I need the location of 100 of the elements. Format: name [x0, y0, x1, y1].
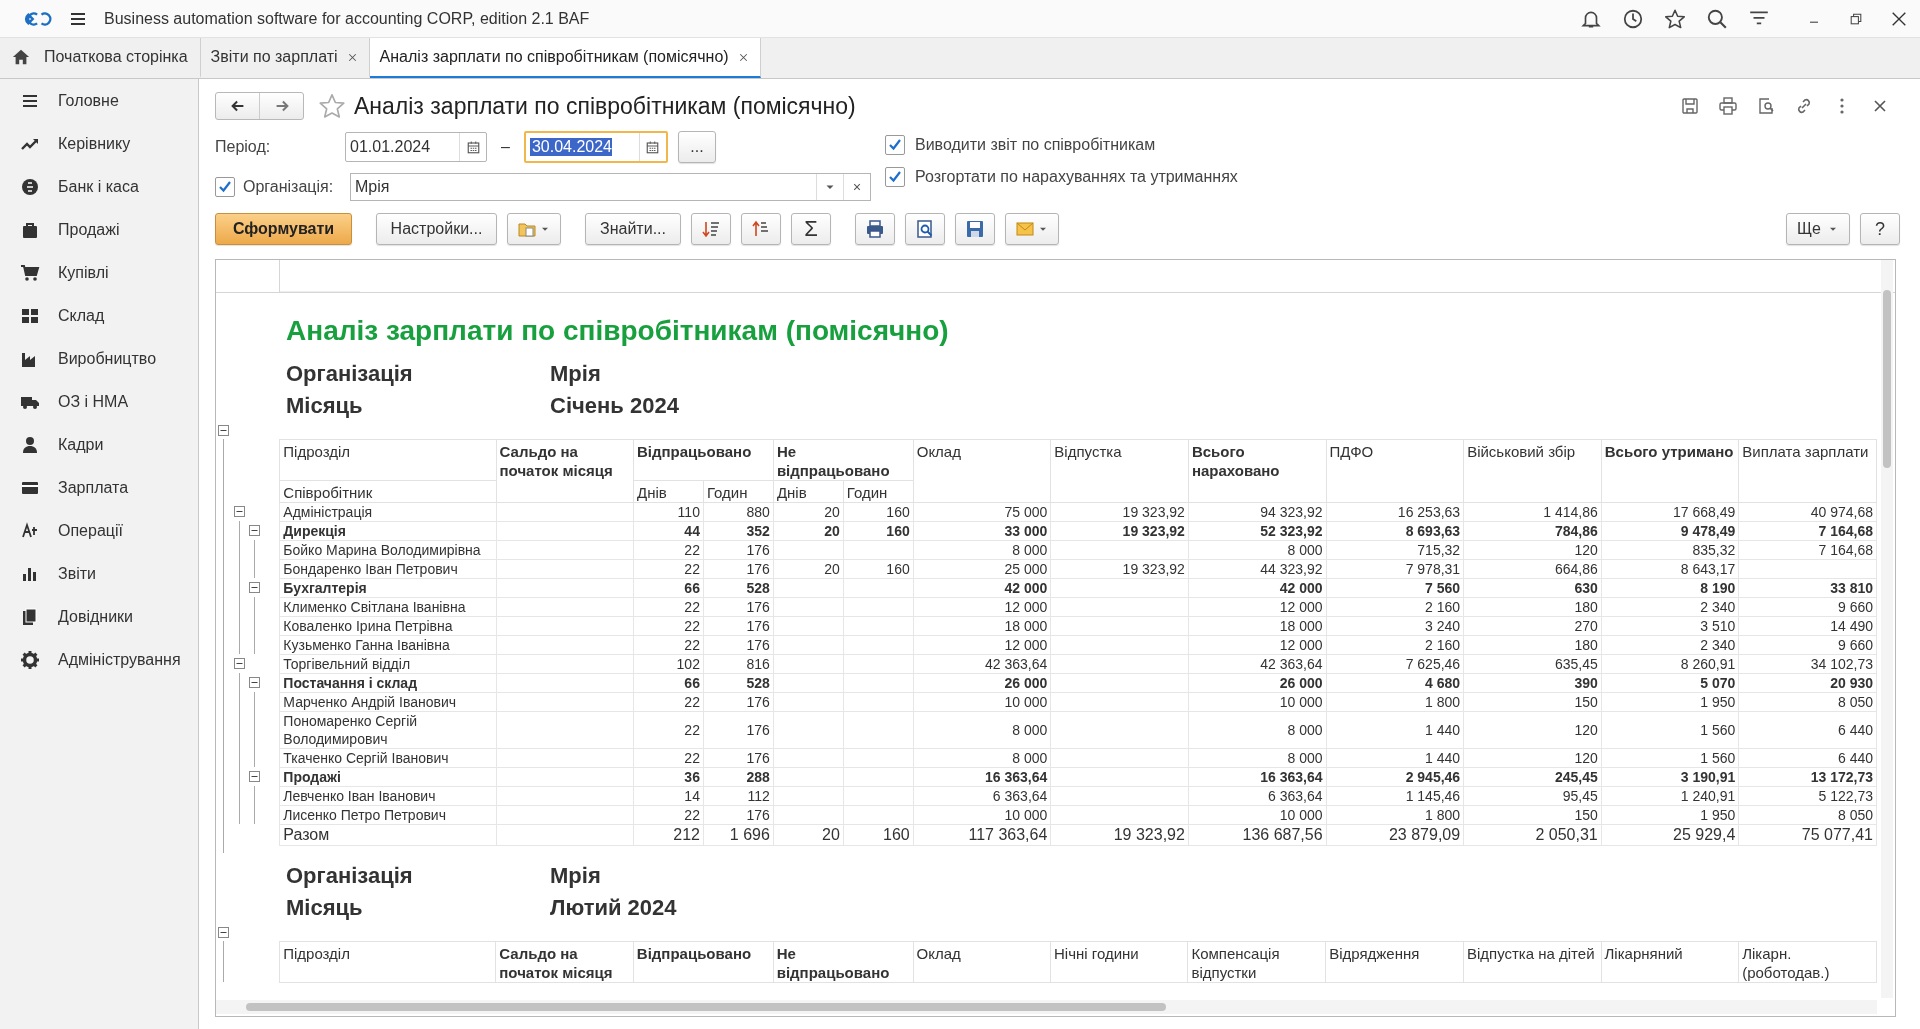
print-icon[interactable]	[1718, 96, 1738, 116]
form-title: Аналіз зарплати по співробітникам (помісячно)	[354, 92, 856, 120]
table-cell: 150	[1463, 692, 1602, 711]
checkbox[interactable]	[215, 177, 235, 197]
sum-button[interactable]: Σ	[791, 213, 831, 245]
table-cell: 630	[1463, 578, 1602, 597]
sidebar-item[interactable]: Керівнику	[0, 122, 198, 165]
table-cell: 44 323,92	[1188, 559, 1327, 578]
sidebar-item[interactable]: Купівлі	[0, 251, 198, 294]
checkbox[interactable]	[885, 135, 905, 155]
organization-field[interactable]: Мрія	[350, 173, 871, 201]
sidebar-item[interactable]: Банк і каса	[0, 165, 198, 208]
sidebar-item[interactable]: Звіти	[0, 552, 198, 595]
toolbar-button[interactable]	[741, 213, 781, 245]
tab[interactable]: Початкова сторінка	[0, 38, 201, 78]
sidebar-item[interactable]: Зарплата	[0, 466, 198, 509]
vertical-scrollbar[interactable]	[1881, 260, 1893, 998]
star-icon[interactable]	[318, 92, 346, 120]
table-cell: 7 560	[1326, 578, 1464, 597]
preview-icon[interactable]	[1756, 96, 1776, 116]
more-button[interactable]: Ще	[1786, 213, 1850, 245]
table-cell: 22	[633, 540, 704, 559]
collapse-icon[interactable]	[233, 506, 245, 517]
row-label: Постачання і склад	[279, 673, 497, 692]
more-button[interactable]: ...	[677, 131, 716, 163]
favorites-icon[interactable]	[1664, 7, 1686, 30]
table-cell: 17 668,49	[1601, 502, 1739, 521]
table-cell: 3 190,91	[1601, 767, 1739, 786]
table-cell: 816	[703, 654, 774, 673]
save-icon[interactable]	[1680, 96, 1700, 116]
table-cell: 33 000	[913, 521, 1051, 540]
table-cell: 20	[773, 521, 844, 540]
table-cell: 1 414,86	[1463, 502, 1602, 521]
sort-ascending-icon	[751, 219, 771, 239]
navigation-buttons[interactable]	[215, 92, 304, 120]
row-label: Торгівельний відділ	[279, 654, 497, 673]
tab[interactable]: Аналіз зарплати по співробітникам (помісячно)	[369, 38, 761, 78]
collapse-icon[interactable]	[233, 658, 245, 669]
table-cell: 664,86	[1463, 559, 1602, 578]
table-cell: 160	[843, 521, 914, 540]
table-cell: 42 000	[1188, 578, 1327, 597]
sidebar-item[interactable]: Виробництво	[0, 337, 198, 380]
table-cell: 95,45	[1463, 786, 1602, 805]
table-cell: 22	[633, 805, 704, 824]
table-cell: 288	[703, 767, 774, 786]
table-cell: 352	[703, 521, 774, 540]
table-cell: 8 260,91	[1601, 654, 1739, 673]
table-cell: 16 363,64	[1188, 767, 1327, 786]
toolbar-button[interactable]	[905, 213, 945, 245]
window-title: Business automation software for accounting CORP, edition 2.1 BAF	[104, 9, 590, 28]
sidebar-item[interactable]: Головне	[0, 79, 198, 122]
sidebar-item[interactable]: Склад	[0, 294, 198, 337]
collapse-icon[interactable]	[218, 927, 229, 938]
collapse-icon[interactable]	[248, 582, 260, 593]
horizontal-scrollbar[interactable]	[216, 1000, 1877, 1014]
collapse-icon[interactable]	[248, 677, 260, 688]
table-cell: 1 560	[1601, 711, 1739, 748]
checkbox-label: Виводити звіт по співробітникам	[915, 136, 1156, 154]
calendar-icon[interactable]	[645, 139, 661, 155]
checkbox[interactable]	[885, 167, 905, 187]
toolbar-button[interactable]	[855, 213, 895, 245]
table-cell: 22	[633, 559, 704, 578]
field-value: Мрія	[550, 361, 602, 387]
column-header: Не відпрацьовано	[773, 439, 914, 480]
date-field[interactable]: 30.04.2024	[523, 131, 668, 163]
collapse-icon[interactable]	[248, 525, 260, 536]
table-cell: 1 240,91	[1601, 786, 1739, 805]
generate-button[interactable]: Сформувати	[215, 213, 352, 245]
preview-icon	[915, 219, 935, 239]
help-button[interactable]: ?	[1860, 213, 1900, 245]
sidebar-item[interactable]: ОЗ і НМА	[0, 380, 198, 423]
toolbar-button[interactable]	[955, 213, 995, 245]
row-label: Кузьменко Ганна Іванівна	[279, 635, 497, 654]
table-cell: 8 693,63	[1326, 521, 1464, 540]
sidebar-item[interactable]: Адміністрування	[0, 638, 198, 681]
table-cell: 36	[633, 767, 704, 786]
column-header: Нічні години	[1050, 941, 1188, 982]
table-cell: 120	[1463, 748, 1602, 767]
table-cell: 33 810	[1738, 578, 1877, 597]
column-header: Відпустка на дітей	[1463, 941, 1601, 982]
sidebar-item[interactable]: Операції	[0, 509, 198, 552]
sidebar-item[interactable]: Довідники	[0, 595, 198, 638]
column-header: Сальдо на початок місяця	[496, 439, 634, 502]
sidebar-item[interactable]: Кадри	[0, 423, 198, 466]
toolbar-button[interactable]	[691, 213, 731, 245]
sidebar-item[interactable]: Продажі	[0, 208, 198, 251]
column-header: Днів	[773, 480, 844, 502]
collapse-icon[interactable]	[218, 425, 229, 436]
date-field[interactable]: 01.01.2024	[345, 132, 487, 162]
calendar-icon[interactable]	[465, 139, 481, 155]
collapse-icon[interactable]	[248, 771, 260, 782]
history-icon[interactable]	[1622, 7, 1644, 30]
toolbar-button[interactable]: Настройки...	[376, 213, 497, 245]
table-cell: 75 077,41	[1738, 824, 1877, 845]
table-cell: 25 000	[913, 559, 1051, 578]
toolbar-button[interactable]: Знайти...	[585, 213, 681, 245]
table-cell: 180	[1463, 635, 1602, 654]
column-header: Сальдо на початок місяця	[495, 941, 634, 982]
tab[interactable]: Звіти по зарплаті	[200, 38, 370, 78]
search-icon[interactable]	[1706, 7, 1728, 30]
